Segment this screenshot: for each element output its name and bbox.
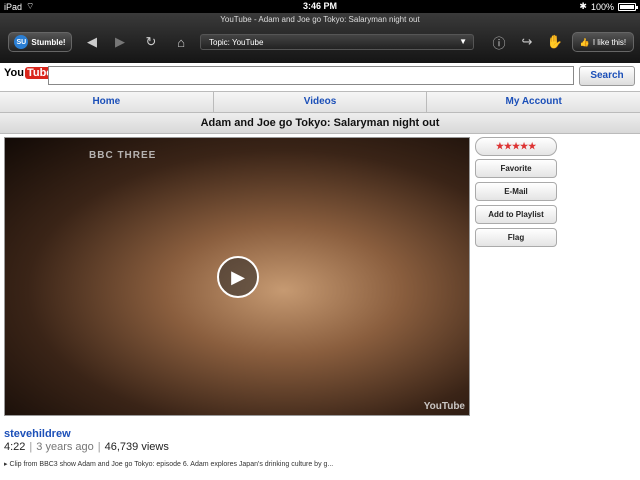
thumbs-down-icon[interactable]: ✋	[546, 32, 564, 52]
search-button[interactable]: Search	[579, 66, 635, 86]
reload-icon[interactable]: ↻	[142, 32, 160, 52]
description-text: Clip from BBC3 show Adam and Joe go Toky…	[9, 461, 334, 468]
video-description[interactable]: ▸ Clip from BBC3 show Adam and Joe go To…	[4, 460, 394, 468]
separator: |	[29, 441, 33, 453]
battery-icon	[618, 2, 638, 11]
like-label: I like this!	[592, 37, 627, 47]
stumbleupon-icon: SU	[14, 35, 29, 49]
status-bar: iPad ⌔ 3:46 PM ✱ 100%	[0, 0, 640, 13]
forward-icon[interactable]: ▶	[112, 32, 128, 52]
like-button[interactable]: 👍 I like this!	[572, 32, 634, 52]
flag-button[interactable]: Flag	[475, 228, 557, 247]
view-count: 46,739 views	[104, 441, 169, 453]
nav-bar: Home Videos My Account	[0, 91, 640, 113]
bluetooth-icon: ✱	[579, 1, 587, 11]
thumbs-up-icon: 👍	[579, 37, 590, 47]
battery-percent: 100%	[590, 1, 614, 12]
back-icon[interactable]: ◀	[84, 32, 100, 52]
video-meta: 4:22 | 3 years ago | 46,739 views	[4, 441, 169, 453]
separator: |	[97, 441, 101, 453]
browser-toolbar: YouTube - Adam and Joe go Tokyo: Salarym…	[0, 13, 640, 63]
youtube-logo[interactable]: You Tube	[4, 67, 55, 79]
chevron-down-icon: ▼	[459, 37, 467, 46]
stumble-label: Stumble!	[31, 37, 66, 47]
email-button[interactable]: E-Mail	[475, 182, 557, 201]
topic-select[interactable]: Topic: YouTube ▼	[200, 34, 474, 50]
logo-you: You	[4, 67, 24, 79]
play-icon[interactable]: ▶	[217, 256, 259, 298]
uploader-link[interactable]: stevehildrew	[4, 428, 71, 440]
clock: 3:46 PM	[302, 1, 337, 11]
favorite-button[interactable]: Favorite	[475, 159, 557, 178]
youtube-watermark: YouTube	[423, 401, 465, 412]
tab-my-account[interactable]: My Account	[427, 92, 640, 112]
stumble-button[interactable]: SU Stumble!	[8, 32, 72, 52]
topic-label: Topic: YouTube	[209, 37, 264, 47]
add-to-playlist-button[interactable]: Add to Playlist	[475, 205, 557, 224]
channel-bug: BBC THREE	[89, 150, 157, 161]
upload-age: 3 years ago	[36, 441, 94, 453]
page-title: YouTube - Adam and Joe go Tokyo: Salarym…	[220, 15, 420, 24]
home-icon[interactable]: ⌂	[172, 32, 190, 52]
share-icon[interactable]: ↪	[518, 32, 536, 52]
video-title: Adam and Joe go Tokyo: Salaryman night o…	[0, 113, 640, 134]
info-icon[interactable]: ⓘ	[490, 32, 508, 52]
tab-videos[interactable]: Videos	[214, 92, 428, 112]
video-player[interactable]: BBC THREE ▶ YouTube	[4, 137, 470, 416]
duration: 4:22	[4, 441, 26, 453]
star-rating[interactable]: ★★★★★	[475, 137, 557, 156]
search-input[interactable]	[48, 66, 574, 85]
tab-home[interactable]: Home	[0, 92, 214, 112]
